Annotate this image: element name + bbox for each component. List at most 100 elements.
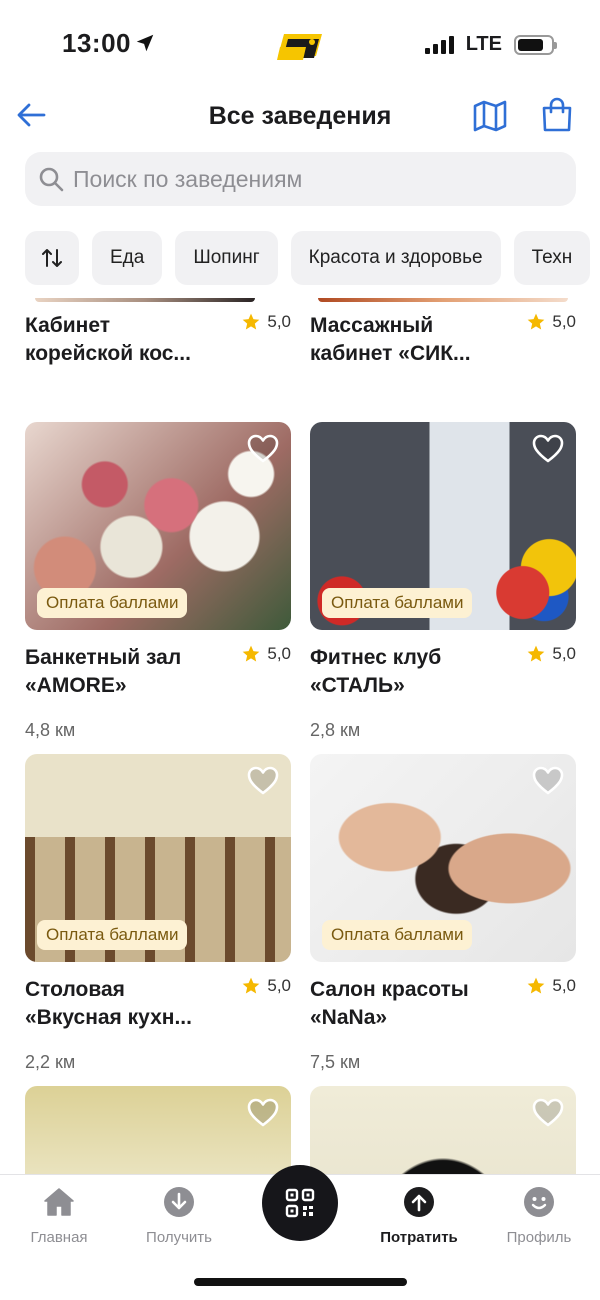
- star-icon: [243, 645, 260, 662]
- tab-receive[interactable]: Получить: [124, 1185, 234, 1246]
- rating-value: 5,0: [267, 312, 291, 331]
- sort-button[interactable]: [25, 231, 79, 285]
- chip-shopping[interactable]: Шопинг: [175, 231, 278, 285]
- tab-spend[interactable]: Потратить: [364, 1185, 474, 1246]
- filter-chips: Еда Шопинг Красота и здоровье Техн: [25, 231, 600, 287]
- points-badge: Оплата баллами: [322, 588, 473, 618]
- qr-code-icon: [285, 1188, 315, 1218]
- place-distance: 2,8 км: [310, 720, 361, 740]
- chip-tech[interactable]: Техн: [513, 231, 591, 285]
- place-info: Массажный кабинет «СИК... 5,0: [310, 312, 576, 376]
- place-distance: 4,8 км: [25, 720, 76, 740]
- place-card[interactable]: [310, 1086, 576, 1174]
- place-distance: 7,5 км: [310, 1052, 361, 1072]
- place-image: [318, 298, 568, 302]
- location-arrow-icon: [136, 34, 154, 52]
- place-card[interactable]: [25, 1086, 291, 1174]
- place-image: Оплата баллами: [25, 422, 291, 630]
- star-icon: [243, 977, 260, 994]
- place-card[interactable]: Массажный кабинет «СИК... 5,0: [310, 298, 576, 376]
- upload-icon: [402, 1185, 436, 1219]
- rating-value: 5,0: [552, 312, 576, 331]
- star-icon: [528, 645, 545, 662]
- place-image: Оплата баллами: [310, 422, 576, 630]
- place-name: Фитнес клуб «СТАЛЬ»: [310, 646, 442, 697]
- place-name: Массажный кабинет «СИК...: [310, 314, 471, 365]
- place-name: Кабинет корейской кос...: [25, 314, 191, 365]
- place-distance: 2,2 км: [25, 1052, 76, 1072]
- place-rating: 5,0: [526, 644, 576, 664]
- place-card[interactable]: Оплата баллами Столовая «Вкусная кухн...…: [25, 754, 291, 1073]
- home-icon: [42, 1185, 76, 1219]
- place-card[interactable]: Оплата баллами Салон красоты «NaNa» 5,0 …: [310, 754, 576, 1073]
- map-icon: [473, 100, 507, 132]
- status-indicators: LTE: [424, 33, 557, 56]
- place-rating: 5,0: [241, 976, 291, 996]
- tab-label: Потратить: [380, 1229, 458, 1246]
- sort-icon: [42, 249, 62, 267]
- rating-value: 5,0: [267, 644, 291, 663]
- star-icon: [243, 313, 260, 330]
- header: Все заведения: [0, 90, 600, 146]
- place-name: Салон красоты «NaNa»: [310, 978, 469, 1029]
- place-info: Банкетный зал «AMORE» 5,0: [25, 644, 291, 708]
- shopping-bag-icon: [542, 97, 572, 132]
- rating-value: 5,0: [267, 976, 291, 995]
- place-info: Салон красоты «NaNa» 5,0: [310, 976, 576, 1040]
- place-rating: 5,0: [241, 644, 291, 664]
- tab-label: Получить: [146, 1229, 212, 1246]
- heart-icon[interactable]: [532, 434, 564, 464]
- points-badge: Оплата баллами: [37, 920, 188, 950]
- place-image: [25, 1086, 291, 1174]
- star-icon: [528, 313, 545, 330]
- smile-icon: [522, 1185, 556, 1219]
- place-image: [35, 298, 255, 302]
- rating-value: 5,0: [552, 644, 576, 663]
- home-indicator: [194, 1278, 407, 1286]
- status-bar: 13:00 LTE: [0, 0, 600, 90]
- tab-home[interactable]: Главная: [4, 1185, 114, 1246]
- star-icon: [528, 977, 545, 994]
- download-icon: [162, 1185, 196, 1219]
- shopping-bag-button[interactable]: [538, 96, 576, 134]
- place-card[interactable]: Оплата баллами Банкетный зал «AMORE» 5,0…: [25, 422, 291, 741]
- search-bar[interactable]: [25, 152, 576, 206]
- place-rating: 5,0: [526, 312, 576, 332]
- chip-food[interactable]: Еда: [92, 231, 163, 285]
- search-icon: [37, 165, 65, 193]
- battery-icon: [514, 34, 557, 55]
- heart-icon[interactable]: [247, 434, 279, 464]
- place-rating: 5,0: [526, 976, 576, 996]
- heart-icon[interactable]: [247, 766, 279, 796]
- place-card[interactable]: Кабинет корейской кос... 5,0: [25, 298, 291, 376]
- place-rating: 5,0: [241, 312, 291, 332]
- heart-icon[interactable]: [247, 1098, 279, 1128]
- tab-profile[interactable]: Профиль: [484, 1185, 594, 1246]
- place-info: Кабинет корейской кос... 5,0: [25, 312, 291, 376]
- status-time: 13:00: [62, 28, 131, 58]
- place-name: Банкетный зал «AMORE»: [25, 646, 182, 697]
- map-button[interactable]: [472, 98, 508, 134]
- tab-label: Главная: [30, 1229, 88, 1246]
- place-image: [310, 1086, 576, 1174]
- page-title: Все заведения: [208, 102, 392, 130]
- chip-beauty-health[interactable]: Красота и здоровье: [290, 231, 501, 285]
- search-input[interactable]: [73, 165, 553, 193]
- signal-icon: [424, 35, 454, 54]
- points-badge: Оплата баллами: [37, 588, 188, 618]
- places-grid: Кабинет корейской кос... 5,0 Массажный к…: [0, 298, 600, 1174]
- place-name: Столовая «Вкусная кухн...: [25, 978, 192, 1029]
- place-info: Фитнес клуб «СТАЛЬ» 5,0: [310, 644, 576, 708]
- place-image: Оплата баллами: [310, 754, 576, 962]
- place-card[interactable]: Оплата баллами Фитнес клуб «СТАЛЬ» 5,0 2…: [310, 422, 576, 741]
- rating-value: 5,0: [552, 976, 576, 995]
- heart-icon[interactable]: [532, 766, 564, 796]
- heart-icon[interactable]: [532, 1098, 564, 1128]
- app-logo: [277, 34, 322, 60]
- qr-scan-button[interactable]: [262, 1165, 338, 1241]
- place-image: Оплата баллами: [25, 754, 291, 962]
- place-info: Столовая «Вкусная кухн... 5,0: [25, 976, 291, 1040]
- network-type: LTE: [465, 33, 502, 55]
- tab-label: Профиль: [506, 1229, 572, 1246]
- points-badge: Оплата баллами: [322, 920, 473, 950]
